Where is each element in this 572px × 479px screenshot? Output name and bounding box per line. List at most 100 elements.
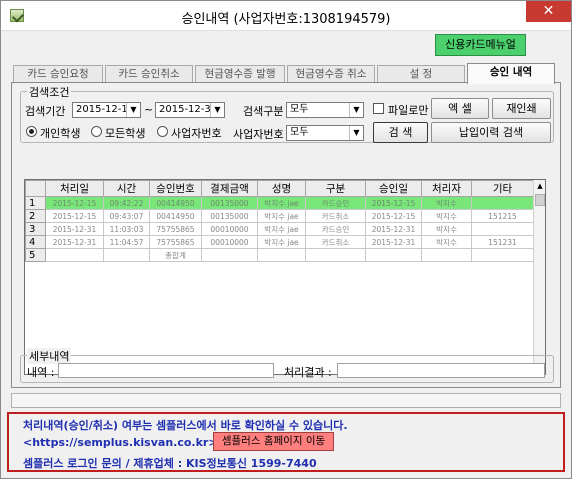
- cell-amount[interactable]: 00135000: [201, 196, 258, 210]
- details-content-field[interactable]: [58, 363, 274, 378]
- cell-name[interactable]: 박지수 jae: [257, 222, 306, 236]
- radio-all-students[interactable]: [91, 126, 102, 137]
- table-row-total[interactable]: 5 총합계: [25, 248, 534, 262]
- cell-process-date[interactable]: 2015-12-31: [45, 235, 104, 249]
- cell-time[interactable]: 09:42:22: [103, 196, 150, 210]
- table-row[interactable]: 1 2015-12-15 09:42:22 00414950 00135000 …: [25, 196, 534, 210]
- cell-process-date[interactable]: 2015-12-31: [45, 222, 104, 236]
- cell-approval-date[interactable]: [365, 248, 422, 262]
- tab-cash-receipt-issue[interactable]: 현금영수증 발행: [195, 65, 285, 83]
- card-manual-button[interactable]: 신용카드메뉴얼: [435, 34, 526, 56]
- column-header-process-date[interactable]: 처리일: [45, 180, 104, 197]
- chevron-down-icon[interactable]: ▼: [210, 103, 224, 117]
- cell-type[interactable]: 카드승인: [305, 196, 366, 210]
- cell-approval-number[interactable]: 75755865: [149, 235, 202, 249]
- chevron-down-icon[interactable]: ▼: [126, 103, 140, 117]
- date-from-picker[interactable]: 2015-12-15 ▼: [72, 102, 141, 118]
- window-title: 승인내역 (사업자번호:1308194579): [181, 12, 391, 27]
- cell-process-date[interactable]: [45, 248, 104, 262]
- column-header-name[interactable]: 성명: [257, 180, 306, 197]
- cell-time[interactable]: 11:03:03: [103, 222, 150, 236]
- cell-handler[interactable]: 박지수: [421, 222, 472, 236]
- cell-handler[interactable]: 박지수: [421, 196, 472, 210]
- title-bar: 승인내역 (사업자번호:1308194579) ✕: [1, 1, 571, 31]
- table-row[interactable]: 4 2015-12-31 11:04:57 75755865 00010000 …: [25, 235, 534, 249]
- tab-settings[interactable]: 설 정: [377, 65, 465, 83]
- excel-button[interactable]: 엑 셀: [431, 98, 489, 119]
- tab-card-approval-request[interactable]: 카드 승인요청: [13, 65, 103, 83]
- table-row[interactable]: 3 2015-12-31 11:03:03 75755865 00010000 …: [25, 222, 534, 236]
- cell-approval-number[interactable]: 75755865: [149, 222, 202, 236]
- file-only-checkbox[interactable]: [373, 103, 384, 114]
- tab-card-approval-cancel[interactable]: 카드 승인취소: [105, 65, 193, 83]
- column-header-approval-date[interactable]: 승인일: [365, 180, 422, 197]
- radio-business-number-label: 사업자번호: [171, 127, 222, 140]
- cell-type[interactable]: 카드취소: [305, 235, 366, 249]
- cell-handler[interactable]: 박지수: [421, 209, 472, 223]
- column-header-time[interactable]: 시간: [103, 180, 150, 197]
- cell-type[interactable]: 카드승인: [305, 222, 366, 236]
- cell-name[interactable]: 박지수 jae: [257, 235, 306, 249]
- cell-etc[interactable]: [471, 222, 534, 236]
- cell-process-date[interactable]: 2015-12-15: [45, 196, 104, 210]
- cell-time[interactable]: 11:04:57: [103, 235, 150, 249]
- search-button[interactable]: 검 색: [373, 122, 428, 143]
- cell-etc[interactable]: 151215: [471, 209, 534, 223]
- cell-approval-date[interactable]: 2015-12-31: [365, 235, 422, 249]
- business-number-select[interactable]: 모두 ▼: [286, 125, 364, 141]
- close-button[interactable]: ✕: [526, 1, 571, 22]
- reprint-button[interactable]: 재인쇄: [492, 98, 551, 119]
- cell-time[interactable]: [103, 248, 150, 262]
- process-result-field[interactable]: [337, 363, 545, 378]
- details-group: 세부내역 내역 : 처리결과 :: [20, 348, 554, 383]
- cell-handler[interactable]: [421, 248, 472, 262]
- cell-name[interactable]: 박지수 jae: [257, 209, 306, 223]
- column-header-etc[interactable]: 기타: [471, 180, 534, 197]
- cell-amount[interactable]: [201, 248, 258, 262]
- table-row[interactable]: 2 2015-12-15 09:43:07 00414950 00135000 …: [25, 209, 534, 223]
- cell-handler[interactable]: 박지수: [421, 235, 472, 249]
- column-header-amount[interactable]: 결제금액: [201, 180, 258, 197]
- cell-approval-date[interactable]: 2015-12-31: [365, 222, 422, 236]
- cell-amount[interactable]: 00010000: [201, 222, 258, 236]
- radio-business-number[interactable]: [157, 126, 168, 137]
- cell-approval-date[interactable]: 2015-12-15: [365, 209, 422, 223]
- cell-amount[interactable]: 00010000: [201, 235, 258, 249]
- cell-approval-date[interactable]: 2015-12-15: [365, 196, 422, 210]
- cell-process-date[interactable]: 2015-12-15: [45, 209, 104, 223]
- grid-vertical-scrollbar[interactable]: ▲ ▼: [533, 180, 545, 374]
- approval-history-grid[interactable]: 처리일 시간 승인번호 결제금액 성명 구분 승인일 처리자 기타 1 2015…: [24, 179, 546, 375]
- cell-name[interactable]: 박지수 jae: [257, 196, 306, 210]
- cell-etc[interactable]: 151231: [471, 235, 534, 249]
- semplus-notice-box: 처리내역(승인/취소) 여부는 셈플러스에서 바로 확인하실 수 있습니다. <…: [7, 412, 565, 472]
- column-header-approval-number[interactable]: 승인번호: [149, 180, 202, 197]
- cell-type[interactable]: [305, 248, 366, 262]
- radio-individual-student[interactable]: [26, 126, 37, 137]
- cell-amount[interactable]: 00135000: [201, 209, 258, 223]
- tab-strip: 카드 승인요청 카드 승인취소 현금영수증 발행 현금영수증 취소 설 정 승인…: [11, 63, 561, 84]
- cell-approval-number[interactable]: 00414950: [149, 196, 202, 210]
- search-conditions-group: 검색조건 검색기간 2015-12-15 ▼ ~ 2015-12-31 ▼ 검색…: [20, 84, 554, 143]
- cell-etc[interactable]: [471, 248, 534, 262]
- chevron-down-icon[interactable]: ▼: [349, 103, 363, 117]
- scroll-up-icon[interactable]: ▲: [534, 180, 545, 192]
- chevron-down-icon[interactable]: ▼: [349, 126, 363, 140]
- tab-approval-history[interactable]: 승인 내역: [467, 63, 555, 84]
- date-to-picker[interactable]: 2015-12-31 ▼: [155, 102, 225, 118]
- cell-approval-number[interactable]: 00414950: [149, 209, 202, 223]
- cell-etc[interactable]: [471, 196, 534, 210]
- cell-total-label[interactable]: 총합계: [149, 248, 202, 262]
- search-conditions-title: 검색조건: [27, 84, 72, 100]
- cell-name[interactable]: [257, 248, 306, 262]
- tab-cash-receipt-cancel[interactable]: 현금영수증 취소: [287, 65, 375, 83]
- cell-time[interactable]: 09:43:07: [103, 209, 150, 223]
- semplus-homepage-button[interactable]: 셈플러스 홈페이지 이동: [213, 432, 334, 451]
- cell-type[interactable]: 카드취소: [305, 209, 366, 223]
- payment-history-search-button[interactable]: 납입이력 검색: [431, 122, 551, 143]
- column-header-handler[interactable]: 처리자: [421, 180, 472, 197]
- date-to-value: 2015-12-31: [159, 104, 218, 115]
- column-header-type[interactable]: 구분: [305, 180, 366, 197]
- row-number: 1: [25, 196, 46, 210]
- scroll-thumb[interactable]: [535, 194, 545, 206]
- search-type-select[interactable]: 모두 ▼: [286, 102, 364, 118]
